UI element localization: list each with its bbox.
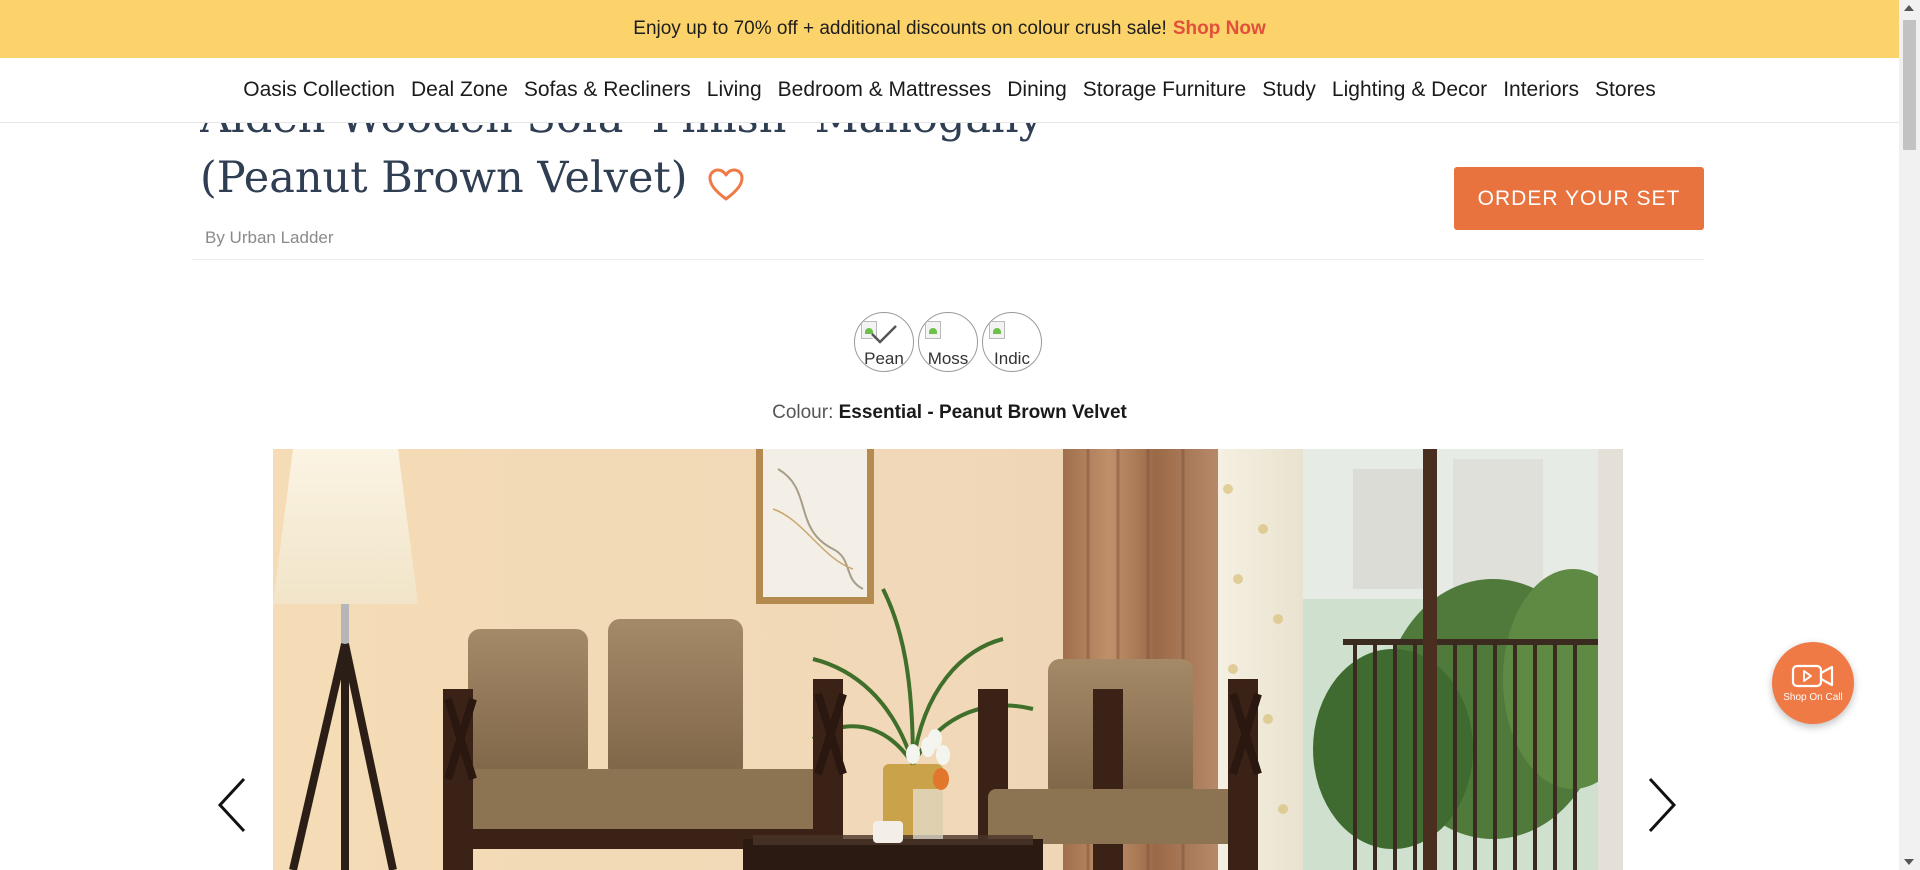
order-your-set-button[interactable]: ORDER YOUR SET <box>1454 167 1704 230</box>
promo-text: Enjoy up to 70% off + additional discoun… <box>633 18 1167 39</box>
promo-banner: Enjoy up to 70% off + additional discoun… <box>0 0 1899 58</box>
swatch-label: Pean <box>864 349 904 368</box>
product-photo <box>273 449 1623 870</box>
broken-image-icon <box>989 321 1005 339</box>
chevron-left-icon[interactable] <box>214 775 254 835</box>
shop-now-link[interactable]: Shop Now <box>1173 18 1266 40</box>
product-title: Alden Wooden Sofa -Finish- Mahogany (Pea… <box>200 122 1100 208</box>
colour-label: Colour: <box>772 402 834 423</box>
colour-value: Essential - Peanut Brown Velvet <box>838 402 1127 423</box>
nav-item-stores[interactable]: Stores <box>1594 78 1657 102</box>
page-scrollbar[interactable] <box>1899 0 1920 870</box>
chevron-right-icon[interactable] <box>1640 775 1680 835</box>
nav-item-interiors[interactable]: Interiors <box>1502 78 1580 102</box>
nav-item-lighting-decor[interactable]: Lighting & Decor <box>1331 78 1488 102</box>
page: Enjoy up to 70% off + additional discoun… <box>0 0 1920 870</box>
main-nav: Oasis Collection Deal Zone Sofas & Recli… <box>0 58 1899 123</box>
product-image[interactable] <box>273 449 1623 870</box>
swatch-label: Moss <box>927 349 969 368</box>
broken-image-icon <box>925 321 941 339</box>
product-title-line-1: Alden Wooden Sofa -Finish- Mahogany <box>200 122 1100 148</box>
check-icon <box>871 325 897 345</box>
nav-item-deal-zone[interactable]: Deal Zone <box>410 78 509 102</box>
brand-byline: By Urban Ladder <box>205 228 334 247</box>
nav-item-bedroom-mattresses[interactable]: Bedroom & Mattresses <box>777 78 993 102</box>
nav-item-oasis-collection[interactable]: Oasis Collection <box>242 78 396 102</box>
nav-item-living[interactable]: Living <box>706 78 763 102</box>
shop-on-call-label: Shop On Call <box>1783 692 1843 703</box>
swatch-label: Indic <box>994 349 1030 368</box>
nav-item-storage-furniture[interactable]: Storage Furniture <box>1082 78 1247 102</box>
video-camera-icon <box>1791 664 1834 688</box>
swatch-indigo[interactable]: Indic <box>982 312 1042 372</box>
scrollbar-thumb[interactable] <box>1903 20 1916 150</box>
header-divider <box>192 259 1704 260</box>
heart-icon[interactable] <box>708 168 744 202</box>
swatch-moss[interactable]: Moss <box>918 312 978 372</box>
scroll-down-arrow-icon[interactable] <box>1904 859 1914 865</box>
shop-on-call-button[interactable]: Shop On Call <box>1772 642 1854 724</box>
product-title-wrapper: Alden Wooden Sofa -Finish- Mahogany (Pea… <box>200 122 1100 210</box>
swatch-peanut[interactable]: Pean <box>854 312 914 372</box>
nav-item-sofas-recliners[interactable]: Sofas & Recliners <box>523 78 692 102</box>
scroll-up-arrow-icon[interactable] <box>1904 5 1914 11</box>
nav-item-dining[interactable]: Dining <box>1006 78 1068 102</box>
nav-item-study[interactable]: Study <box>1261 78 1317 102</box>
selected-colour: Colour: Essential - Peanut Brown Velvet <box>0 402 1899 424</box>
product-title-line-2: (Peanut Brown Velvet) <box>200 153 688 203</box>
colour-swatches: Pean Moss Indic <box>854 312 1042 372</box>
